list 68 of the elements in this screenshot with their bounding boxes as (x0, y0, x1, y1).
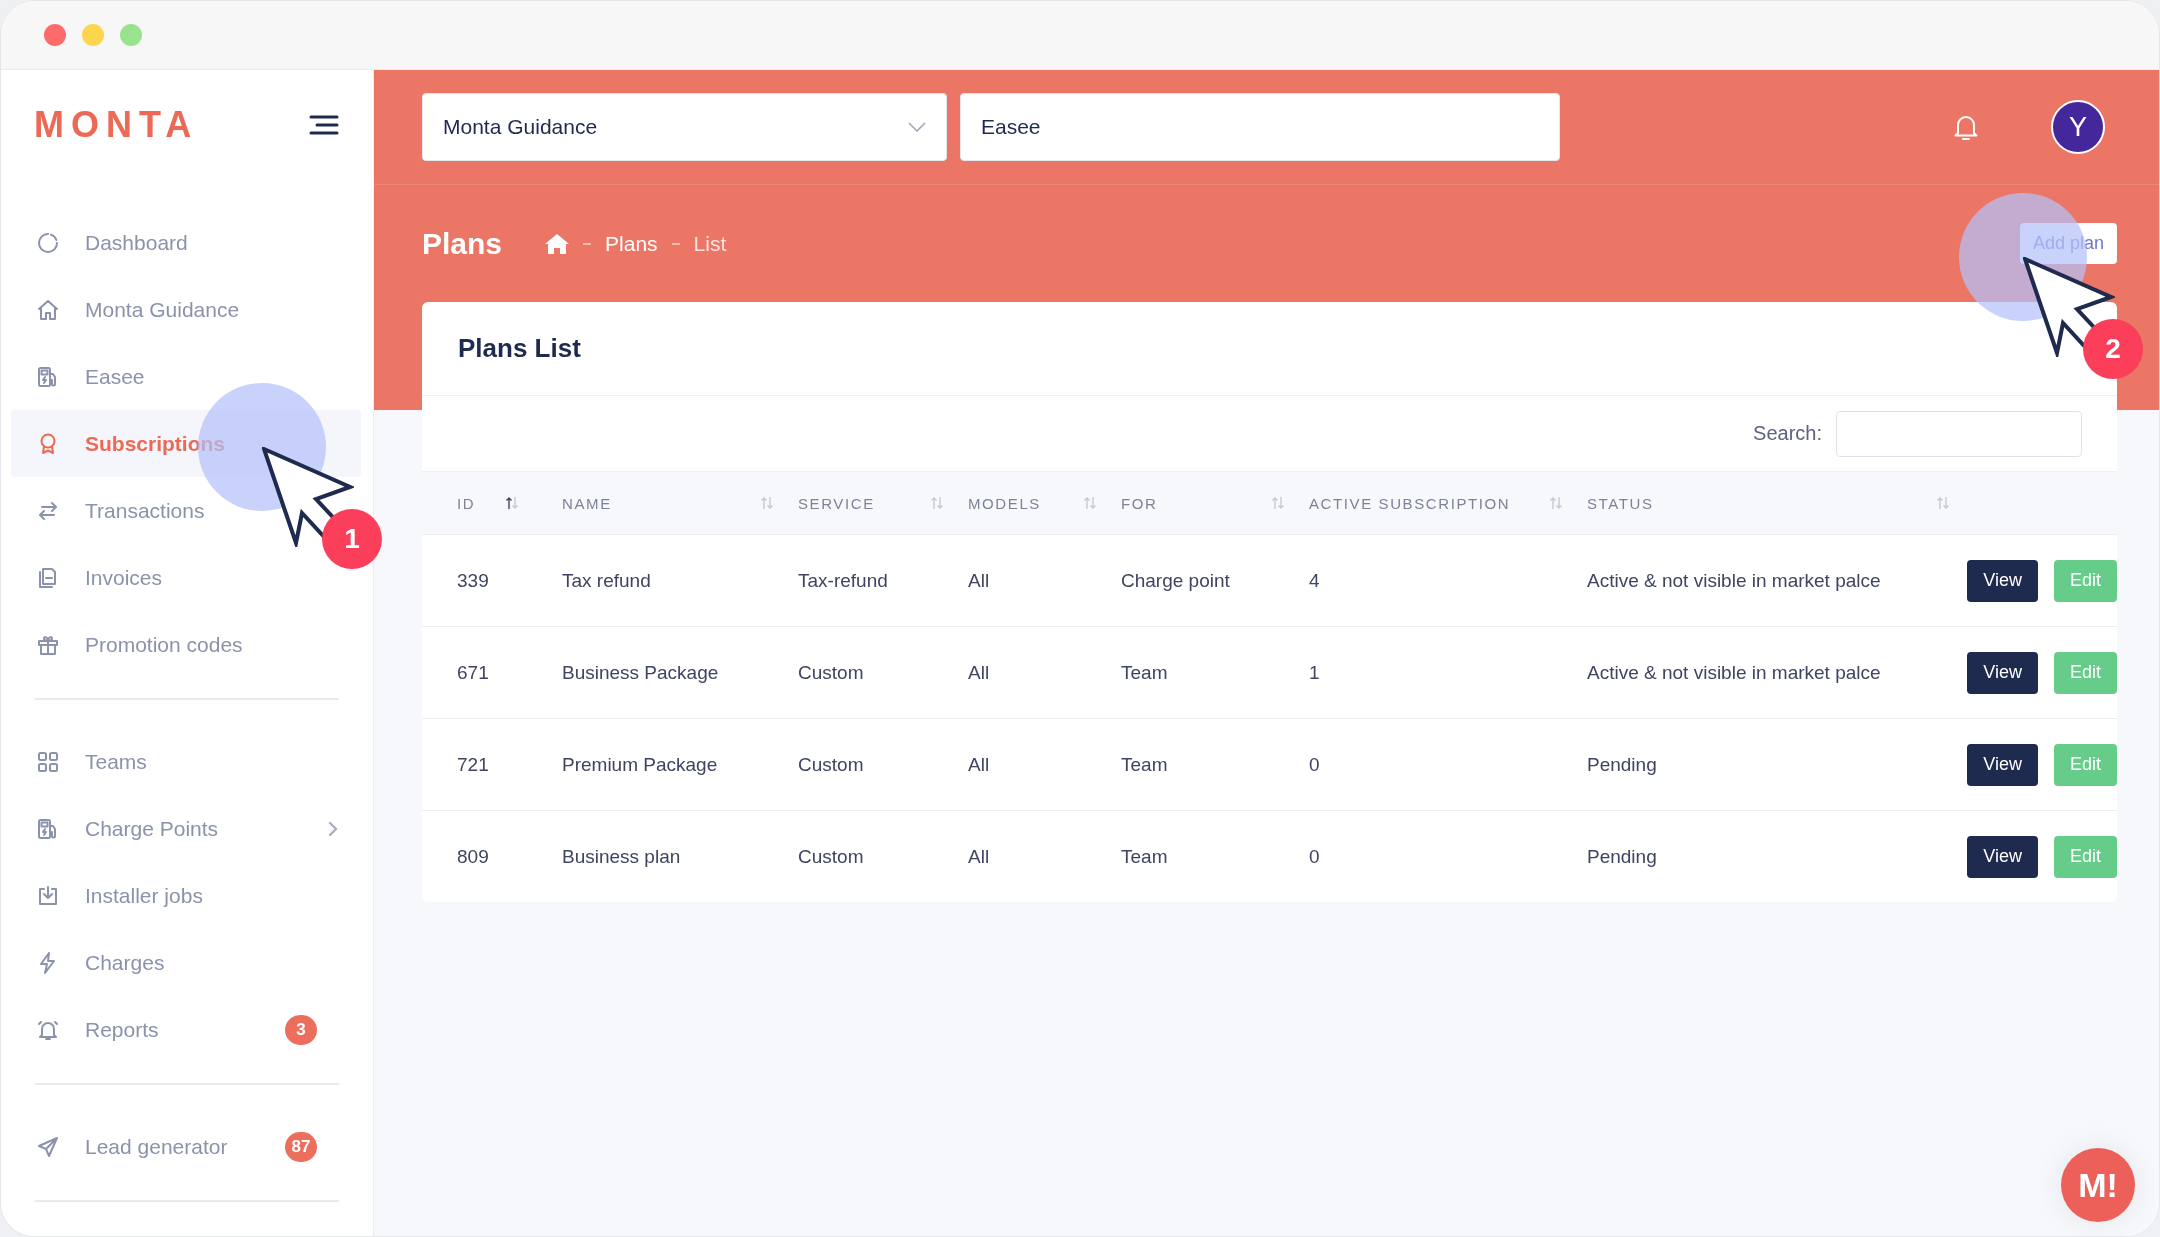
column-header[interactable]: ACTIVE SUBSCRIPTION (1309, 471, 1587, 535)
table-cell: Tax refund (562, 534, 798, 627)
column-header[interactable]: MODELS (968, 471, 1121, 535)
table-cell: 0 (1309, 718, 1587, 811)
menu-icon[interactable] (309, 114, 339, 136)
dropdown-field[interactable]: Monta Guidance (422, 93, 947, 161)
table-cell: Business plan (562, 810, 798, 902)
breadcrumb-separator (671, 242, 680, 245)
breadcrumb-link[interactable]: List (693, 231, 727, 256)
table-cell: 0 (1309, 810, 1587, 902)
table-cell: All (968, 534, 1121, 627)
table-cell: Premium Package (562, 718, 798, 811)
table-cell: Team (1121, 718, 1309, 811)
breadcrumb-separator (583, 242, 592, 245)
zoom-button[interactable] (120, 24, 142, 46)
column-header[interactable]: SERVICE (798, 471, 968, 535)
count-badge: 87 (285, 1131, 317, 1162)
view-button[interactable]: View (1967, 651, 2038, 694)
table-cell: Custom (798, 718, 968, 811)
sidebar-item[interactable]: Lead generator 87 (11, 1113, 361, 1180)
home-icon[interactable] (545, 232, 570, 255)
table-cell: 721 (422, 718, 562, 811)
monta-logo: MONTA (34, 104, 199, 146)
sidebar-item[interactable]: Charges (11, 929, 361, 996)
view-button[interactable]: View (1967, 743, 2038, 786)
table-cell: All (968, 718, 1121, 811)
breadcrumb-link[interactable]: Plans (605, 231, 658, 256)
edit-button[interactable]: Edit (2053, 559, 2117, 602)
view-button[interactable]: View (1967, 559, 2038, 602)
sidebar-item[interactable]: Teams (11, 728, 361, 795)
table-cell: All (968, 626, 1121, 719)
table-cell: 339 (422, 534, 562, 627)
table-cell: Custom (798, 626, 968, 719)
count-badge: 3 (285, 1014, 317, 1045)
sidebar-item[interactable]: Easee (11, 343, 361, 410)
edit-button[interactable]: Edit (2053, 651, 2117, 694)
page-title: Plans (422, 226, 503, 261)
sidebar-item[interactable]: Monta Guidance (11, 276, 361, 343)
table-cell: Team (1121, 626, 1309, 719)
avatar[interactable]: Y (2051, 100, 2105, 154)
table-cell: Custom (798, 810, 968, 902)
sidebar-item[interactable]: Reports 3 (11, 996, 361, 1063)
table-cell: Business Package (562, 626, 798, 719)
column-header[interactable]: NAME (562, 471, 798, 535)
chevron-down-icon (908, 122, 926, 132)
table-cell: 1 (1309, 626, 1587, 719)
search-label: Search: (1753, 422, 1822, 445)
close-button[interactable] (44, 24, 66, 46)
search-field[interactable] (1836, 410, 2082, 457)
table-cell: 4 (1309, 534, 1587, 627)
sidebar-item[interactable]: Dashboard (11, 209, 361, 276)
table-cell: 671 (422, 626, 562, 719)
table-cell: All (968, 810, 1121, 902)
view-button[interactable]: View (1967, 835, 2038, 878)
input-field[interactable]: Easee (960, 93, 1560, 161)
edit-button[interactable]: Edit (2053, 835, 2117, 878)
column-header[interactable]: STATUS (1587, 471, 1974, 535)
table-cell: Charge point (1121, 534, 1309, 627)
sidebar-item[interactable]: Installer jobs (11, 862, 361, 929)
table-cell: 809 (422, 810, 562, 902)
column-header[interactable]: ID (422, 471, 562, 535)
edit-button[interactable]: Edit (2053, 743, 2117, 786)
sidebar-item[interactable]: Promotion codes (11, 611, 361, 678)
sidebar-item[interactable]: Charge Points (11, 795, 361, 862)
column-header[interactable]: FOR (1121, 471, 1309, 535)
table-cell: Tax-refund (798, 534, 968, 627)
minimize-button[interactable] (82, 24, 104, 46)
table-cell: Team (1121, 810, 1309, 902)
